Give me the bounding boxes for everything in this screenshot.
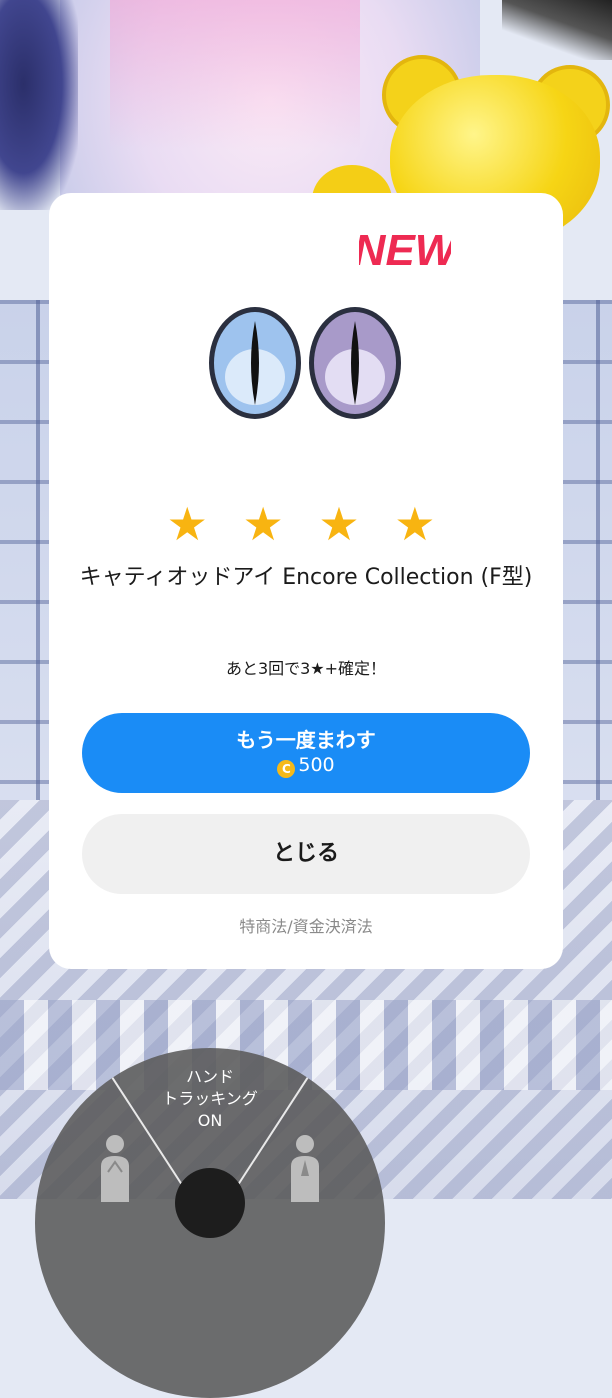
rarity-stars: ★ ★ ★ ★ bbox=[49, 499, 563, 549]
guarantee-text: あと3回で3★+確定！ bbox=[225, 659, 387, 678]
coin-icon: C bbox=[277, 760, 296, 778]
blue-cat-eye-lens-icon bbox=[209, 307, 301, 419]
hand-tracking-label-line: ハンド bbox=[185, 1067, 234, 1086]
spin-cost: C 500 bbox=[82, 753, 530, 778]
new-badge-text: NEW bbox=[359, 226, 451, 273]
star-icon: ★ bbox=[318, 497, 370, 551]
prayer-pose-icon[interactable] bbox=[285, 1132, 325, 1202]
avatar-hair-accessory bbox=[0, 0, 78, 210]
hand-tracking-toggle[interactable]: ハンド トラッキング ON bbox=[140, 1066, 280, 1132]
star-icon: ★ bbox=[242, 497, 294, 551]
hand-tracking-wheel-menu[interactable]: ハンド トラッキング ON bbox=[35, 1048, 385, 1398]
cat-eye-lens-item-image bbox=[209, 307, 401, 419]
spin-cost-value: 500 bbox=[298, 754, 335, 776]
legal-notice-link[interactable]: 特商法/資金決済法 bbox=[49, 913, 563, 937]
wheel-center-button[interactable] bbox=[175, 1168, 245, 1238]
avatar-ear-accessory bbox=[502, 0, 612, 60]
gacha-result-dialog: NEW ★ ★ ★ ★ キャティオッドアイ Encore Collection … bbox=[49, 193, 563, 969]
star-icon: ★ bbox=[394, 497, 446, 551]
close-button[interactable]: とじる bbox=[82, 814, 530, 894]
hands-clasped-pose-icon[interactable] bbox=[95, 1132, 135, 1202]
star-icon: ★ bbox=[166, 497, 218, 551]
hand-tracking-status: ON bbox=[197, 1111, 223, 1130]
spin-again-label: もう一度まわす bbox=[236, 728, 376, 752]
spin-again-button[interactable]: もう一度まわす C 500 bbox=[82, 713, 530, 793]
item-name: キャティオッドアイ Encore Collection (F型) bbox=[79, 565, 533, 590]
hand-tracking-label-line: トラッキング bbox=[162, 1089, 258, 1108]
new-badge: NEW bbox=[359, 226, 451, 273]
purple-cat-eye-lens-icon bbox=[309, 307, 401, 419]
